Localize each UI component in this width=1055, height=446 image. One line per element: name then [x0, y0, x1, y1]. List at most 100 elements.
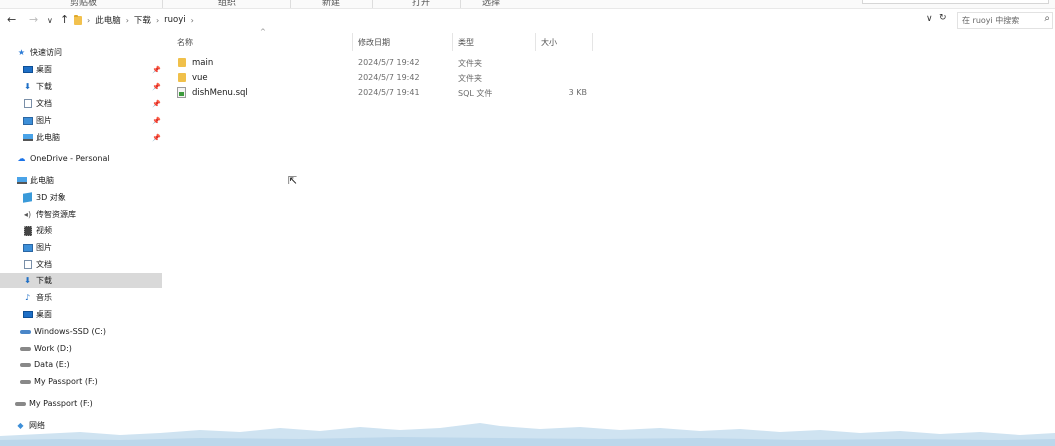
sidebar-item-label: 桌面: [36, 65, 52, 74]
windows-drive-icon: [20, 329, 31, 334]
folder-icon: [74, 14, 82, 25]
sidebar-item-3d-objects[interactable]: 3D 对象: [22, 190, 66, 205]
mouse-cursor-icon: ⇱: [288, 174, 298, 187]
ribbon-group-new[interactable]: 新建: [322, 0, 340, 8]
sidebar-item-label: 视频: [36, 226, 52, 235]
computer-icon: [16, 177, 27, 184]
file-type: 文件夹: [458, 59, 482, 68]
breadcrumb-downloads[interactable]: 下载: [134, 14, 151, 26]
file-date: 2024/5/7 19:42: [358, 58, 420, 67]
computer-icon: [22, 134, 33, 141]
ribbon-divider: [162, 0, 163, 8]
file-type: SQL 文件: [458, 89, 493, 98]
sidebar-item-pictures-quick[interactable]: 图片: [22, 113, 52, 128]
chevron-right-icon[interactable]: ›: [191, 16, 194, 25]
folder-icon: [178, 73, 186, 82]
chevron-right-icon[interactable]: ›: [156, 16, 159, 25]
file-list: ^ 名称 修改日期 类型 大小 main 2024/5/7 19:42 文件夹 …: [162, 28, 1055, 411]
drive-icon: [15, 401, 26, 406]
address-bar: ← → ∨ ↑ › 此电脑 › 下载 › ruoyi › ∨ ↻ 在 ruoyi…: [0, 9, 1055, 31]
sidebar-item-drive-c[interactable]: Windows-SSD (C:): [20, 324, 106, 339]
ribbon-group-open[interactable]: 打开: [412, 0, 430, 8]
pin-icon[interactable]: 📌: [152, 117, 161, 125]
sidebar-item-label: My Passport (F:): [29, 399, 93, 408]
ribbon-divider: [460, 0, 461, 8]
download-arrow-icon: ⬇: [24, 82, 31, 91]
column-header-name[interactable]: 名称: [177, 37, 193, 48]
film-icon: [23, 225, 32, 236]
pin-icon[interactable]: 📌: [152, 100, 161, 108]
table-row[interactable]: dishMenu.sql 2024/5/7 19:41 SQL 文件 3 KB: [172, 86, 612, 100]
breadcrumb: › 此电脑 › 下载 › ruoyi ›: [74, 13, 194, 27]
sidebar-item-label: 快速访问: [30, 48, 62, 57]
column-divider[interactable]: [592, 33, 593, 51]
folder-icon: [178, 58, 186, 67]
sidebar-item-label: My Passport (F:): [34, 377, 98, 386]
sidebar-item-downloads[interactable]: ⬇ 下载: [0, 273, 162, 288]
cloud-icon: ☁: [17, 154, 26, 163]
file-name: main: [192, 58, 214, 68]
table-row[interactable]: vue 2024/5/7 19:42 文件夹: [172, 71, 612, 85]
column-header-size[interactable]: 大小: [541, 37, 557, 48]
file-name: dishMenu.sql: [192, 88, 248, 98]
sidebar-item-my-passport[interactable]: My Passport (F:): [15, 396, 93, 411]
picture-icon: [22, 116, 33, 125]
sidebar-item-documents-quick[interactable]: 文档: [22, 96, 52, 111]
picture-icon: [22, 243, 33, 252]
up-arrow-icon[interactable]: ↑: [60, 14, 69, 26]
chevron-right-icon[interactable]: ›: [87, 16, 90, 25]
ribbon-right-box: [862, 0, 1049, 4]
file-type: 文件夹: [458, 74, 482, 83]
table-row[interactable]: main 2024/5/7 19:42 文件夹: [172, 56, 612, 70]
sidebar-item-label: 音乐: [36, 293, 52, 302]
breadcrumb-ruoyi[interactable]: ruoyi: [164, 15, 185, 25]
refresh-icon[interactable]: ↻: [939, 13, 947, 23]
search-input[interactable]: 在 ruoyi 中搜索 ⌕: [957, 12, 1053, 29]
sidebar-item-this-pc[interactable]: 此电脑: [16, 173, 54, 188]
drive-icon: [20, 346, 31, 351]
sidebar-item-quick-access[interactable]: ★ 快速访问: [16, 45, 62, 60]
sidebar-item-drive-f[interactable]: My Passport (F:): [20, 374, 98, 389]
sidebar-item-pictures[interactable]: 图片: [22, 240, 52, 255]
ribbon-group-clipboard[interactable]: 剪贴板: [70, 0, 97, 8]
sidebar-item-documents[interactable]: 文档: [22, 257, 52, 272]
sidebar-item-onedrive[interactable]: ☁ OneDrive - Personal: [16, 151, 110, 166]
sort-caret-icon: ^: [260, 28, 266, 36]
sidebar-item-desktop-pc[interactable]: 桌面: [22, 307, 52, 322]
ribbon-group-organize[interactable]: 组织: [218, 0, 236, 8]
sidebar-item-label: 桌面: [36, 310, 52, 319]
chevron-right-icon[interactable]: ›: [126, 16, 129, 25]
pin-icon[interactable]: 📌: [152, 83, 161, 91]
file-name: vue: [192, 73, 208, 83]
sidebar-item-this-pc-quick[interactable]: 此电脑: [22, 130, 60, 145]
sidebar-item-drive-e[interactable]: Data (E:): [20, 357, 70, 372]
column-divider[interactable]: [352, 33, 353, 51]
drive-icon: [20, 362, 31, 367]
sidebar-item-downloads-quick[interactable]: ⬇ 下载: [22, 79, 52, 94]
address-dropdown-icon[interactable]: ∨: [926, 14, 933, 24]
file-date: 2024/5/7 19:42: [358, 73, 420, 82]
sidebar-item-label: Data (E:): [34, 360, 70, 369]
back-arrow-icon[interactable]: ←: [7, 14, 16, 26]
column-divider[interactable]: [535, 33, 536, 51]
search-placeholder: 在 ruoyi 中搜索: [962, 16, 1020, 25]
drive-icon: [20, 379, 31, 384]
sidebar-item-label: 此电脑: [30, 176, 54, 185]
ribbon-strip: 剪贴板 组织 新建 打开 选择: [0, 0, 1055, 9]
column-header-date[interactable]: 修改日期: [358, 37, 390, 48]
sidebar-item-drive-d[interactable]: Work (D:): [20, 341, 72, 356]
search-icon[interactable]: ⌕: [1044, 13, 1050, 24]
breadcrumb-this-pc[interactable]: 此电脑: [95, 14, 121, 26]
column-header-type[interactable]: 类型: [458, 37, 474, 48]
forward-arrow-icon[interactable]: →: [29, 14, 38, 26]
recent-locations-icon[interactable]: ∨: [47, 15, 53, 27]
document-icon: [23, 99, 32, 108]
sidebar-item-videos[interactable]: 视频: [22, 223, 52, 238]
sidebar-item-resource-library[interactable]: ◂) 传智资源库: [22, 207, 76, 222]
column-divider[interactable]: [452, 33, 453, 51]
sidebar-item-music[interactable]: ♪ 音乐: [22, 290, 52, 305]
ribbon-group-select[interactable]: 选择: [482, 0, 500, 8]
sidebar-item-desktop[interactable]: 桌面: [22, 62, 52, 77]
pin-icon[interactable]: 📌: [152, 134, 161, 142]
pin-icon[interactable]: 📌: [152, 66, 161, 74]
